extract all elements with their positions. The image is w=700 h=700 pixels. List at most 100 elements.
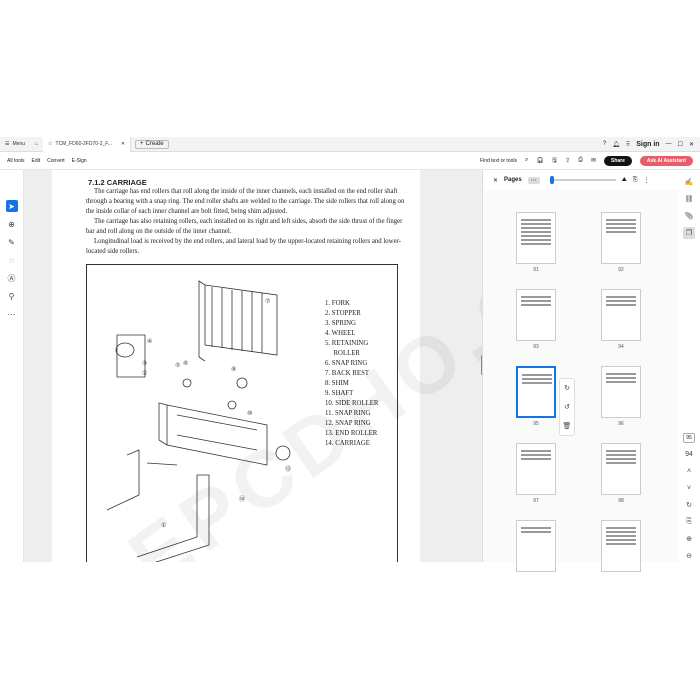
trash-icon[interactable]: 🗑︎ bbox=[563, 422, 572, 430]
menu-button[interactable]: ☰ Menu bbox=[0, 137, 30, 152]
lasso-icon[interactable]: ◌ bbox=[6, 254, 18, 266]
headphones-icon[interactable]: 🎧︎ bbox=[536, 157, 544, 164]
all-tools-menu[interactable]: All tools bbox=[7, 158, 25, 164]
page-thumbnail[interactable] bbox=[601, 520, 641, 572]
thumbnail-grid: 91 92 93 94 95 96 97 98 ↻ ↺ 🗑︎ bbox=[483, 192, 679, 572]
save-icon[interactable]: 🖫 bbox=[552, 156, 557, 166]
svg-text:⑧: ⑧ bbox=[231, 366, 236, 373]
window-close-icon[interactable]: ✕ bbox=[689, 141, 694, 148]
edit-menu[interactable]: Edit bbox=[32, 158, 41, 164]
svg-text:②: ② bbox=[142, 370, 147, 377]
esign-menu[interactable]: E-Sign bbox=[72, 158, 87, 164]
page-thumbnail[interactable] bbox=[516, 443, 556, 495]
toolbar-actions: Find text or tools ⌕ 🎧︎ 🖫 ⇪ ⎙ ✉ Share As… bbox=[480, 155, 700, 166]
text-box-icon[interactable]: Ⓐ bbox=[6, 272, 18, 284]
right-rail: ✍ ⛓ 📎︎ ❐ 95 94 ˄ ˅ ↻ ⎘ ⊕ ⊖ bbox=[678, 170, 700, 562]
page-thumbnail[interactable] bbox=[601, 212, 641, 264]
sign-in-link[interactable]: Sign in bbox=[636, 141, 659, 148]
thumbnail-number: 94 bbox=[618, 344, 624, 350]
refresh-icon[interactable]: ↻ bbox=[683, 499, 695, 511]
document-viewport[interactable]: 7.1.2 CARRIAGE The carriage has end roll… bbox=[24, 170, 482, 562]
page-thumbnail[interactable] bbox=[516, 212, 556, 264]
search-icon[interactable]: ⌕ bbox=[525, 157, 528, 164]
chevron-down-icon[interactable]: ˅ bbox=[683, 482, 695, 494]
tab-document[interactable]: ☆ TCM_FD60-2FD70-2_F... ✕ bbox=[43, 136, 132, 152]
svg-text:⑩: ⑩ bbox=[247, 410, 252, 417]
pages-panel-header: ✕ Pages ⋯ ⛰︎ ⎘ ⋮ bbox=[483, 170, 679, 190]
pen-icon[interactable]: ✎ bbox=[6, 236, 18, 248]
convert-menu[interactable]: Convert bbox=[47, 158, 65, 164]
thumbnail-number: 92 bbox=[618, 267, 624, 273]
rotate-counterclockwise-icon[interactable]: ↺ bbox=[564, 403, 570, 411]
thumbnail-number: 97 bbox=[533, 498, 539, 504]
close-panel-icon[interactable]: ✕ bbox=[493, 177, 498, 184]
fit-page-icon[interactable]: ⎘ bbox=[683, 516, 695, 528]
thumbnail-number: 98 bbox=[618, 498, 624, 504]
svg-text:⑥: ⑥ bbox=[183, 360, 188, 367]
paragraph-3: Longitudinal load is received by the end… bbox=[86, 238, 401, 255]
part-item: 3. SPRING bbox=[325, 320, 356, 327]
help-icon[interactable]: ? bbox=[603, 141, 606, 147]
page-thumbnail[interactable] bbox=[516, 520, 556, 572]
zoom-in-icon[interactable]: ⊕ bbox=[683, 533, 695, 545]
mountain-icon[interactable]: ⛰︎ bbox=[622, 177, 627, 184]
part-item: 1. FORK bbox=[325, 300, 350, 307]
apps-grid-icon[interactable]: ⠿ bbox=[626, 141, 630, 148]
print-icon[interactable]: ⎙ bbox=[578, 157, 583, 164]
main-toolbar: All tools Edit Convert E-Sign Find text … bbox=[0, 152, 700, 170]
upload-icon[interactable]: ⇪ bbox=[565, 157, 570, 164]
email-icon[interactable]: ✉ bbox=[591, 157, 596, 164]
pdf-page: 7.1.2 CARRIAGE The carriage has end roll… bbox=[52, 170, 482, 562]
chevron-up-icon[interactable]: ˄ bbox=[683, 465, 695, 477]
thumbnail-number: 96 bbox=[618, 421, 624, 427]
tab-bar: ☰ Menu ⌂ ☆ TCM_FD60-2FD70-2_F... ✕ + Cre… bbox=[0, 136, 700, 152]
window-controls: ? 🔔︎ ⠿ Sign in — ☐ ✕ bbox=[603, 141, 700, 148]
find-text-field[interactable]: Find text or tools bbox=[480, 158, 517, 164]
svg-text:⑦: ⑦ bbox=[265, 298, 270, 305]
section-title: 7.1.2 CARRIAGE bbox=[88, 178, 147, 187]
page-thumbnail[interactable] bbox=[516, 289, 556, 341]
thumbnail-context-toolbar: ↻ ↺ 🗑︎ bbox=[559, 378, 575, 436]
page-thumbnail[interactable] bbox=[601, 366, 641, 418]
minimize-icon[interactable]: — bbox=[666, 141, 672, 147]
select-cursor-icon[interactable]: ➤ bbox=[5, 200, 18, 212]
comment-icon[interactable]: ✍ bbox=[683, 176, 695, 188]
options-icon[interactable]: ⋯ bbox=[527, 176, 540, 184]
bell-icon[interactable]: 🔔︎ bbox=[612, 141, 620, 148]
star-icon[interactable]: ☆ bbox=[48, 141, 52, 147]
slider-knob[interactable] bbox=[549, 176, 554, 184]
next-page-number: 94 bbox=[685, 450, 693, 458]
left-tool-rail: ➤ ⊕ ✎ ◌ Ⓐ ⚲ ⋯ bbox=[0, 170, 24, 562]
attachment-icon[interactable]: 📎︎ bbox=[683, 210, 695, 222]
pages-title: Pages bbox=[504, 177, 522, 183]
rotate-clockwise-icon[interactable]: ↻ bbox=[564, 384, 570, 392]
close-icon[interactable]: ✕ bbox=[121, 141, 125, 147]
home-icon: ⌂ bbox=[35, 141, 39, 147]
home-button[interactable]: ⌂ bbox=[30, 137, 43, 152]
thumbnail-number: 91 bbox=[533, 267, 539, 273]
zoom-icon[interactable]: ⊕ bbox=[6, 218, 18, 230]
tab-document-label: TCM_FD60-2FD70-2_F... bbox=[55, 141, 112, 147]
link-icon[interactable]: ⛓ bbox=[683, 193, 695, 205]
thumbnail-size-slider[interactable] bbox=[549, 176, 616, 184]
page-thumbnail[interactable] bbox=[601, 289, 641, 341]
stamp-icon[interactable]: ⚲ bbox=[6, 290, 18, 302]
current-page-number[interactable]: 95 bbox=[683, 433, 695, 443]
create-button[interactable]: + Create bbox=[135, 139, 169, 149]
insert-page-icon[interactable]: ⎘ bbox=[633, 177, 638, 184]
paragraph-1: The carriage has end rollers that roll a… bbox=[86, 188, 405, 215]
maximize-icon[interactable]: ☐ bbox=[678, 141, 683, 148]
acrobat-window: ☰ Menu ⌂ ☆ TCM_FD60-2FD70-2_F... ✕ + Cre… bbox=[0, 136, 700, 572]
share-button[interactable]: Share bbox=[604, 155, 632, 166]
hamburger-icon: ☰ bbox=[5, 141, 10, 147]
more-icon[interactable]: ⋯ bbox=[6, 308, 18, 320]
ai-assistant-button[interactable]: Ask AI Assistant bbox=[639, 155, 693, 166]
more-options-icon[interactable]: ⋮ bbox=[644, 177, 650, 184]
svg-text:⑤: ⑤ bbox=[175, 362, 180, 369]
pages-panel: ✕ Pages ⋯ ⛰︎ ⎘ ⋮ 91 92 93 94 95 96 97 98 bbox=[482, 170, 679, 572]
pages-icon[interactable]: ❐ bbox=[683, 227, 695, 239]
page-thumbnail-selected[interactable] bbox=[516, 366, 556, 418]
zoom-out-icon[interactable]: ⊖ bbox=[683, 550, 695, 562]
thumbnail-number: 95 bbox=[533, 421, 539, 427]
page-thumbnail[interactable] bbox=[601, 443, 641, 495]
